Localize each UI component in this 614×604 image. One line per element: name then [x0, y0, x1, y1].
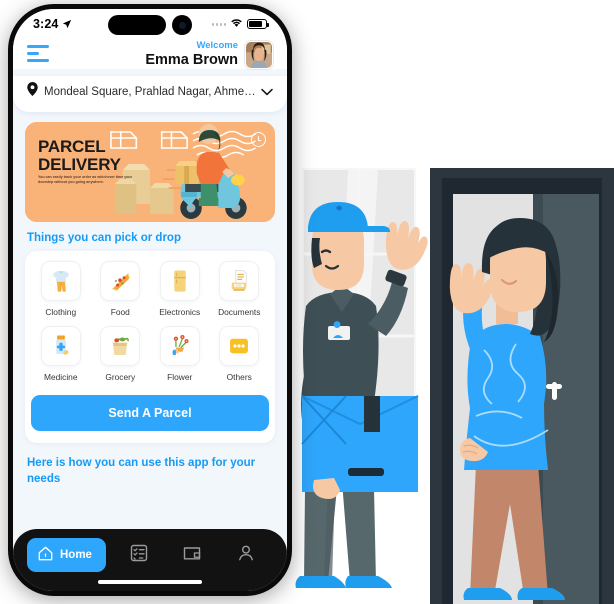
category-label: Grocery	[105, 372, 136, 382]
how-to-use-section-title: Here is how you can use this app for you…	[27, 457, 256, 486]
categories-grid: Clothing Food Electronics DOC Documents …	[31, 261, 269, 382]
category-grocery[interactable]: Grocery	[91, 326, 151, 382]
nav-item-orders[interactable]	[112, 543, 166, 568]
home-content: PARCEL DELIVERY You can easily track your…	[13, 112, 287, 487]
category-label: Medicine	[43, 372, 78, 382]
category-label: Others	[226, 372, 252, 382]
map-pin-icon	[27, 82, 38, 101]
user-greeting: Welcome Emma Brown	[145, 41, 238, 68]
category-label: Clothing	[45, 307, 77, 317]
cellular-signal-icon	[211, 22, 226, 26]
svg-text:DOC: DOC	[236, 284, 242, 288]
parcel-delivery-banner[interactable]: PARCEL DELIVERY You can easily track your…	[25, 122, 275, 222]
chevron-down-icon[interactable]	[261, 83, 273, 101]
battery-icon	[247, 18, 269, 30]
send-a-parcel-button[interactable]: Send A Parcel	[31, 395, 269, 431]
status-time: 3:24	[33, 17, 59, 31]
screenshot-root: 3:24 Welcome Emma Brown Mondeal Square, …	[0, 0, 614, 604]
category-others[interactable]: Others	[210, 326, 270, 382]
status-indicators	[211, 15, 269, 33]
location-address: Mondeal Square, Prahlad Nagar, Ahme…	[44, 85, 256, 98]
refrigerator-icon	[159, 261, 200, 301]
phone-screen: 3:24 Welcome Emma Brown Mondeal Square, …	[13, 9, 287, 591]
banner-subtitle: You can easily track your order as which…	[38, 175, 133, 185]
categories-card: Clothing Food Electronics DOC Documents …	[25, 251, 275, 443]
clothing-icon	[40, 261, 81, 301]
category-label: Documents	[218, 307, 261, 317]
medicine-bottle-icon	[40, 326, 81, 366]
status-bar: 3:24	[13, 9, 287, 39]
home-indicator	[98, 580, 202, 584]
wifi-icon	[230, 15, 243, 33]
category-clothing[interactable]: Clothing	[31, 261, 91, 317]
more-dots-icon	[219, 326, 260, 366]
app-header: Welcome Emma Brown	[13, 39, 287, 69]
dynamic-island	[108, 15, 192, 35]
profile-person-icon	[236, 543, 256, 568]
printer-documents-icon: DOC	[219, 261, 260, 301]
nav-home-label: Home	[60, 549, 92, 561]
location-bar[interactable]: Mondeal Square, Prahlad Nagar, Ahme…	[13, 76, 287, 112]
banner-title: PARCEL DELIVERY	[38, 137, 121, 174]
category-label: Electronics	[159, 307, 201, 317]
grocery-bag-icon	[100, 326, 141, 366]
category-label: Flower	[167, 372, 193, 382]
home-icon	[37, 545, 54, 565]
clock-icon	[251, 132, 266, 147]
category-flower[interactable]: Flower	[150, 326, 210, 382]
orders-list-icon	[129, 543, 149, 568]
nav-item-wallet[interactable]	[166, 543, 220, 568]
category-medicine[interactable]: Medicine	[31, 326, 91, 382]
categories-section-title: Things you can pick or drop	[27, 232, 181, 244]
flower-bouquet-icon	[159, 326, 200, 366]
hamburger-menu-icon[interactable]	[27, 44, 49, 66]
category-food[interactable]: Food	[91, 261, 151, 317]
wallet-icon	[182, 543, 202, 568]
phone-frame: 3:24 Welcome Emma Brown Mondeal Square, …	[8, 4, 292, 596]
pizza-icon	[100, 261, 141, 301]
category-documents[interactable]: DOC Documents	[210, 261, 270, 317]
user-name: Emma Brown	[145, 52, 238, 69]
category-label: Food	[110, 307, 130, 317]
avatar[interactable]	[245, 41, 273, 69]
delivery-illustration	[295, 168, 614, 604]
location-arrow-icon	[62, 19, 72, 29]
welcome-label: Welcome	[196, 40, 238, 52]
bottom-navigation: Home	[13, 529, 287, 591]
nav-item-profile[interactable]	[219, 543, 273, 568]
nav-item-home[interactable]: Home	[27, 538, 106, 572]
category-electronics[interactable]: Electronics	[150, 261, 210, 317]
